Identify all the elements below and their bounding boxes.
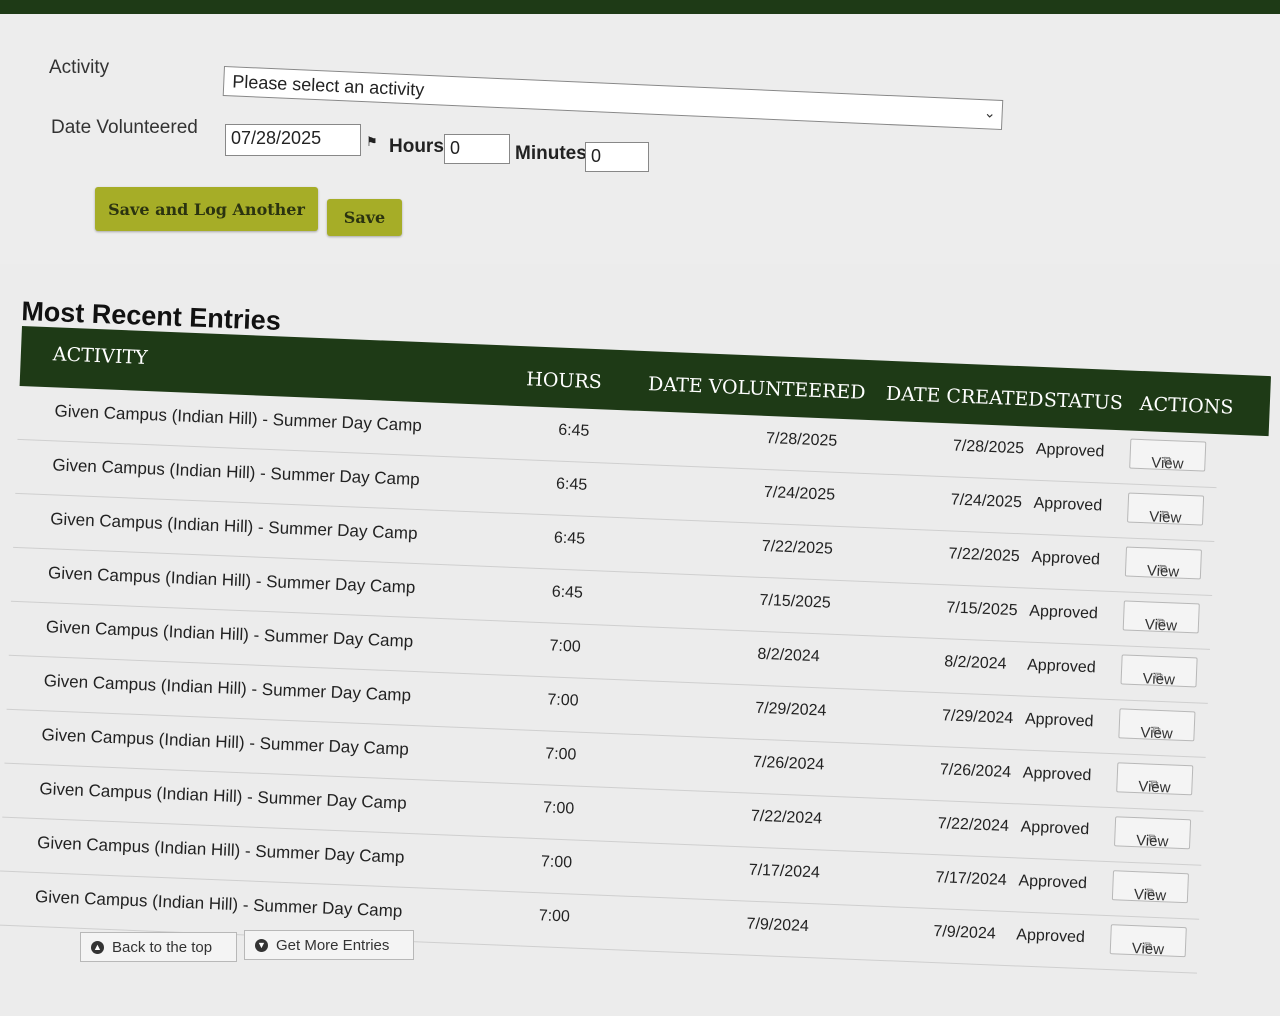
cell-date-volunteered: 7/17/2024 (748, 861, 821, 882)
view-label: View (1140, 724, 1174, 743)
date-volunteered-label: Date Volunteered (51, 117, 198, 138)
get-more-entries-label: Get More Entries (276, 936, 390, 954)
cell-hours: 7:00 (544, 745, 577, 764)
cell-activity: Given Campus (Indian Hill) - Summer Day … (45, 617, 414, 651)
view-label: View (1146, 562, 1180, 581)
chevron-down-icon: ⌄ (983, 104, 997, 121)
cell-date-created: 7/9/2024 (933, 923, 997, 943)
cell-status: Approved (1035, 440, 1105, 461)
cell-activity: Given Campus (Indian Hill) - Summer Day … (54, 401, 423, 436)
view-label: View (1135, 832, 1169, 851)
view-label: View (1150, 454, 1184, 473)
cell-hours: 7:00 (540, 853, 573, 872)
view-button[interactable]: ⧉ View (1124, 546, 1202, 581)
cell-date-created: 7/26/2024 (939, 761, 1012, 782)
view-label: View (1142, 670, 1176, 689)
view-label: View (1148, 508, 1182, 527)
cell-date-created: 7/24/2025 (950, 491, 1023, 512)
cell-date-volunteered: 7/22/2025 (761, 537, 834, 558)
cell-activity: Given Campus (Indian Hill) - Summer Day … (43, 671, 412, 705)
column-header-hours: HOURS (525, 368, 603, 394)
cell-status: Approved (1026, 656, 1096, 677)
view-button[interactable]: ⧉ View (1127, 492, 1205, 527)
cell-hours: 7:00 (542, 799, 575, 818)
cell-activity: Given Campus (Indian Hill) - Summer Day … (47, 563, 416, 597)
cell-hours: 6:45 (555, 475, 588, 494)
cell-hours: 7:00 (547, 691, 579, 710)
date-volunteered-input[interactable]: 07/28/2025 (225, 124, 361, 156)
cell-hours: 6:45 (553, 529, 586, 548)
cell-hours: 7:00 (549, 637, 582, 656)
back-to-top-button[interactable]: ▲ Back to the top (80, 932, 237, 962)
cell-date-volunteered: 7/24/2025 (763, 483, 836, 504)
arrow-up-circle-icon: ▲ (91, 940, 104, 954)
cell-status: Approved (1016, 926, 1086, 947)
cell-date-volunteered: 7/26/2024 (752, 753, 825, 774)
cell-status: Approved (1020, 818, 1090, 839)
view-button[interactable]: ⧉ View (1116, 762, 1194, 797)
cell-date-volunteered: 7/29/2024 (754, 699, 827, 720)
view-button[interactable]: ⧉ View (1111, 870, 1189, 905)
recent-entries-table: ACTIVITY HOURS DATE VOLUNTEERED DATE CRE… (0, 326, 1271, 1016)
view-label: View (1137, 778, 1171, 797)
cell-date-volunteered: 7/9/2024 (746, 915, 810, 936)
save-and-log-another-button[interactable]: Save and Log Another (95, 187, 318, 231)
get-more-entries-button[interactable]: ▼ Get More Entries (244, 930, 414, 960)
minutes-input[interactable]: 0 (585, 142, 649, 172)
column-header-date-volunteered: DATE VOLUNTEERED (647, 373, 866, 404)
cell-status: Approved (1029, 602, 1099, 623)
cell-date-volunteered: 7/22/2024 (750, 807, 823, 828)
cell-activity: Given Campus (Indian Hill) - Summer Day … (34, 886, 403, 921)
cell-date-created: 7/22/2024 (937, 815, 1010, 836)
cell-activity: Given Campus (Indian Hill) - Summer Day … (49, 509, 418, 544)
cell-activity: Given Campus (Indian Hill) - Summer Day … (41, 725, 410, 759)
minutes-label: Minutes (515, 143, 587, 164)
view-label: View (1131, 940, 1165, 959)
view-button[interactable]: ⧉ View (1120, 654, 1198, 689)
cell-date-created: 8/2/2024 (943, 653, 1007, 673)
hours-label: Hours (389, 136, 444, 157)
cell-status: Approved (1024, 710, 1094, 731)
cell-activity: Given Campus (Indian Hill) - Summer Day … (36, 833, 405, 867)
log-hours-form: Activity Please select an activity ⌄ Dat… (0, 14, 1280, 264)
view-button[interactable]: ⧉ View (1129, 438, 1207, 473)
back-to-top-label: Back to the top (112, 938, 213, 956)
activity-label: Activity (49, 57, 110, 78)
save-button[interactable]: Save (327, 199, 402, 236)
view-label: View (1133, 886, 1167, 905)
cell-date-created: 7/17/2024 (935, 869, 1008, 889)
column-header-status: STATUS (1043, 389, 1124, 415)
cell-date-volunteered: 8/2/2024 (757, 645, 820, 666)
cell-date-created: 7/29/2024 (941, 707, 1014, 728)
view-button[interactable]: ⧉ View (1109, 924, 1187, 959)
cell-hours: 6:45 (551, 583, 584, 602)
view-button[interactable]: ⧉ View (1122, 600, 1200, 635)
column-header-date-created: DATE CREATED (885, 382, 1044, 412)
cell-hours: 6:45 (557, 421, 590, 440)
cell-status: Approved (1031, 548, 1101, 569)
cell-date-created: 7/15/2025 (946, 599, 1018, 620)
cell-date-volunteered: 7/15/2025 (759, 591, 832, 612)
cell-activity: Given Campus (Indian Hill) - Summer Day … (39, 779, 408, 813)
cell-activity: Given Campus (Indian Hill) - Summer Day … (52, 455, 421, 490)
cell-hours: 7:00 (538, 907, 571, 926)
view-button[interactable]: ⧉ View (1114, 816, 1192, 851)
view-label: View (1144, 616, 1178, 635)
cell-status: Approved (1018, 872, 1088, 893)
activity-select[interactable]: Please select an activity ⌄ (222, 66, 1004, 130)
cell-status: Approved (1033, 494, 1103, 515)
column-header-actions: ACTIONS (1139, 392, 1234, 419)
cell-date-created: 7/22/2025 (948, 545, 1021, 566)
cell-date-created: 7/28/2025 (952, 437, 1025, 458)
cell-date-volunteered: 7/28/2025 (765, 429, 838, 450)
cell-status: Approved (1022, 764, 1092, 785)
hours-input[interactable]: 0 (444, 134, 510, 164)
flag-icon[interactable]: ⚑ (366, 134, 378, 150)
column-header-activity: ACTIVITY (52, 343, 149, 370)
view-button[interactable]: ⧉ View (1118, 708, 1196, 743)
activity-select-value: Please select an activity (231, 71, 425, 100)
arrow-down-circle-icon: ▼ (255, 938, 268, 952)
